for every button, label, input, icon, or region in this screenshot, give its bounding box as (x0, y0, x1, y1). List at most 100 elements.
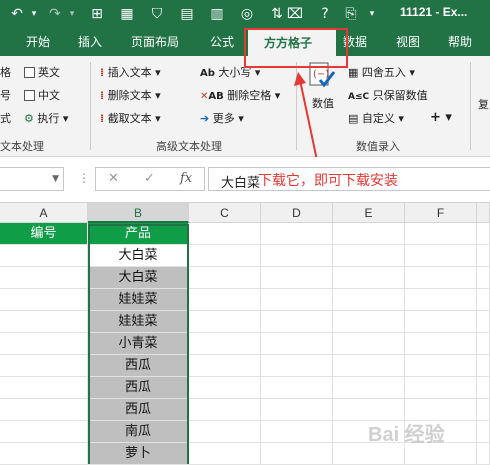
cell-e4[interactable] (333, 289, 405, 311)
cell-a3[interactable] (0, 267, 88, 289)
border-icon[interactable]: ⊞ (86, 3, 108, 25)
enter-icon[interactable]: ✓ (144, 171, 155, 186)
custom-button[interactable]: ▤ 自定义 ▾ (348, 110, 404, 126)
cell-c3[interactable] (189, 267, 261, 289)
chart-icon[interactable]: ▥ (206, 3, 228, 25)
keep-values-button[interactable]: A≤C 只保留数值 (348, 87, 428, 103)
cell-g3[interactable] (477, 267, 490, 289)
cell-b7[interactable]: 西瓜 (88, 355, 189, 377)
delete-space-button[interactable]: ✕AB 删除空格 ▾ (200, 87, 280, 103)
filter-icon[interactable]: ⛉ (146, 3, 168, 25)
cell-d1[interactable] (261, 223, 333, 245)
cell-c2[interactable] (189, 245, 261, 267)
formula-bar-divider-icon[interactable]: ⋮ (78, 171, 90, 185)
cell-a8[interactable] (0, 377, 88, 399)
cell-c1[interactable] (189, 223, 261, 245)
cell-a6[interactable] (0, 333, 88, 355)
delete-text-button[interactable]: ⁞ 删除文本 ▾ (100, 87, 161, 103)
cell-g4[interactable] (477, 289, 490, 311)
column-header-g[interactable] (477, 203, 490, 223)
cut-text-button[interactable]: ⁞ 截取文本 ▾ (100, 110, 161, 126)
cell-g9[interactable] (477, 399, 490, 421)
cell-b9[interactable]: 西瓜 (88, 399, 189, 421)
cell-a4[interactable] (0, 289, 88, 311)
cell-f4[interactable] (405, 289, 477, 311)
cancel-icon[interactable]: ✕ (108, 171, 119, 186)
cell-b4[interactable]: 娃娃菜 (88, 289, 189, 311)
name-box[interactable]: ▼ (0, 167, 64, 191)
tab-help[interactable]: 帮助 (448, 33, 472, 50)
cell-f8[interactable] (405, 377, 477, 399)
help-icon[interactable]: ? (314, 3, 336, 25)
cell-d2[interactable] (261, 245, 333, 267)
cell-g6[interactable] (477, 333, 490, 355)
round-button[interactable]: ▦ 四舍五入 ▾ (348, 64, 415, 80)
checkbox-english[interactable]: 英文 (24, 64, 60, 80)
cell-f3[interactable] (405, 267, 477, 289)
cell-c6[interactable] (189, 333, 261, 355)
cell-g7[interactable] (477, 355, 490, 377)
cell-c7[interactable] (189, 355, 261, 377)
undo-icon[interactable]: ↶ (6, 3, 28, 25)
cell-d9[interactable] (261, 399, 333, 421)
table-icon[interactable]: ▦ (116, 3, 138, 25)
ribbon-left-item-1[interactable]: 格 (0, 64, 11, 80)
cell-c9[interactable] (189, 399, 261, 421)
cell-c4[interactable] (189, 289, 261, 311)
column-header-d[interactable]: D (261, 203, 333, 223)
cell-g11[interactable] (477, 443, 490, 465)
cell-a2[interactable] (0, 245, 88, 267)
ribbon-left-item-3[interactable]: 式 (0, 110, 11, 126)
cell-e7[interactable] (333, 355, 405, 377)
text-box-icon[interactable]: ⌧ (284, 3, 306, 25)
cell-g1[interactable] (477, 223, 490, 245)
tab-home[interactable]: 开始 (26, 33, 50, 50)
cell-f1[interactable] (405, 223, 477, 245)
more-button[interactable]: ➔ 更多 ▾ (200, 110, 244, 126)
tab-insert[interactable]: 插入 (78, 33, 102, 50)
cell-a10[interactable] (0, 421, 88, 443)
cell-c5[interactable] (189, 311, 261, 333)
cell-g8[interactable] (477, 377, 490, 399)
cell-d10[interactable] (261, 421, 333, 443)
execute-button[interactable]: ⚙ 执行 ▾ (24, 110, 68, 126)
cell-a7[interactable] (0, 355, 88, 377)
chevron-down-icon[interactable]: ▼ (52, 174, 59, 184)
cell-g5[interactable] (477, 311, 490, 333)
redo-dropdown-icon[interactable]: ▾ (66, 3, 78, 25)
cell-b1[interactable]: 产品 (88, 223, 189, 245)
cell-b8[interactable]: 西瓜 (88, 377, 189, 399)
cell-d8[interactable] (261, 377, 333, 399)
target-icon[interactable]: ◎ (236, 3, 258, 25)
cell-e5[interactable] (333, 311, 405, 333)
cell-e3[interactable] (333, 267, 405, 289)
document-icon[interactable]: ⎘ (340, 3, 362, 25)
cell-f7[interactable] (405, 355, 477, 377)
cell-d5[interactable] (261, 311, 333, 333)
checkbox-chinese[interactable]: 中文 (24, 87, 60, 103)
plus-button[interactable]: + ▾ (430, 110, 452, 125)
grid-icon[interactable]: ▤ (176, 3, 198, 25)
column-header-e[interactable]: E (333, 203, 405, 223)
cell-b11[interactable]: 萝卜 (88, 443, 189, 465)
cell-f6[interactable] (405, 333, 477, 355)
column-header-b[interactable]: B (88, 203, 189, 223)
copy-partial-button[interactable]: 复 (478, 96, 489, 112)
customize-dropdown-icon[interactable]: ▾ (364, 3, 380, 25)
cell-c11[interactable] (189, 443, 261, 465)
fx-icon[interactable]: fx (180, 171, 192, 186)
cell-d3[interactable] (261, 267, 333, 289)
cell-a1[interactable]: 编号 (0, 223, 88, 245)
cell-e1[interactable] (333, 223, 405, 245)
tab-view[interactable]: 视图 (396, 33, 420, 50)
cell-a9[interactable] (0, 399, 88, 421)
cell-b3[interactable]: 大白菜 (88, 267, 189, 289)
cell-d4[interactable] (261, 289, 333, 311)
cell-c8[interactable] (189, 377, 261, 399)
tab-formulas[interactable]: 公式 (210, 33, 234, 50)
cell-d11[interactable] (261, 443, 333, 465)
cell-d6[interactable] (261, 333, 333, 355)
column-header-f[interactable]: F (405, 203, 477, 223)
cell-e6[interactable] (333, 333, 405, 355)
tab-page-layout[interactable]: 页面布局 (131, 33, 179, 50)
